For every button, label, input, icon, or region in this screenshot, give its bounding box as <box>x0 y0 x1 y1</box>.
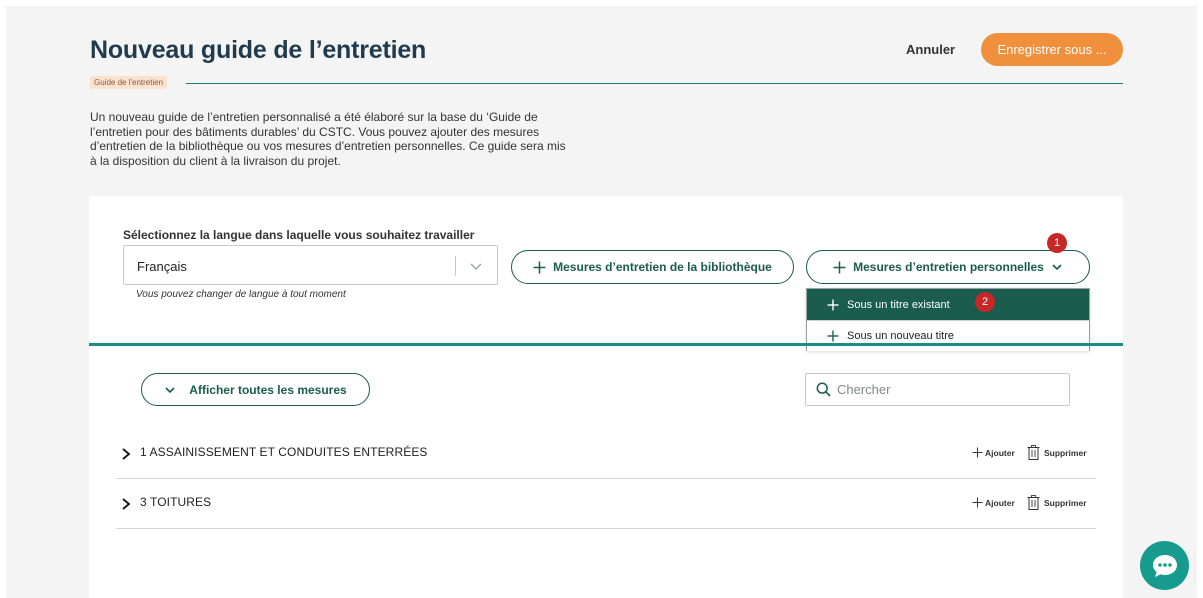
plus-icon <box>972 447 983 458</box>
delete-button[interactable]: Supprimer <box>1027 445 1087 460</box>
section-title[interactable]: 3 TOITURES <box>140 495 211 509</box>
add-library-measures-button[interactable]: Mesures d’entretien de la bibliothèque <box>511 250 794 284</box>
plus-icon <box>827 330 839 342</box>
add-label: Ajouter <box>985 497 1015 508</box>
intro-line: d’entretien de la bibliothèque ou vos me… <box>90 139 566 153</box>
cancel-button[interactable]: Annuler <box>906 42 955 57</box>
language-select[interactable]: Français <box>123 245 498 285</box>
delete-label: Supprimer <box>1044 497 1087 508</box>
chevron-down-icon <box>1052 264 1062 271</box>
intro-line: à la disposition du client à la livraiso… <box>90 153 341 168</box>
plus-icon <box>533 261 546 273</box>
language-value: Français <box>137 259 187 274</box>
intro-line: Un nouveau guide de l’entretien personna… <box>90 110 538 124</box>
step-badge-2: 2 <box>975 292 995 312</box>
intro-text: Un nouveau guide de l’entretien personna… <box>90 110 610 168</box>
section-title[interactable]: 1 ASSAINISSEMENT ET CONDUITES ENTERRÉES <box>140 445 428 459</box>
plus-icon <box>833 261 846 273</box>
add-personal-measures-label: Mesures d’entretien personnelles <box>853 260 1044 274</box>
add-label: Ajouter <box>985 447 1015 458</box>
dropdown-item-new-title[interactable]: Sous un nouveau titre <box>807 320 1089 351</box>
search-box <box>805 373 1070 406</box>
dropdown-item-existing-title[interactable]: Sous un titre existant <box>807 289 1089 320</box>
personal-measures-dropdown: Sous un titre existant Sous un nouveau t… <box>806 288 1090 351</box>
chevron-down-icon <box>165 386 175 393</box>
show-all-measures-label: Afficher toutes les mesures <box>189 382 347 397</box>
chevron-down-icon <box>470 263 482 270</box>
intro-line: l’entretien pour des bâtiments durables’… <box>90 124 540 139</box>
header-divider <box>186 83 1123 84</box>
plus-icon <box>972 497 983 508</box>
chevron-right-icon[interactable] <box>120 447 132 461</box>
list-item: 3 TOITURES Ajouter Supprimer <box>116 481 1096 529</box>
list-item: 1 ASSAINISSEMENT ET CONDUITES ENTERRÉES … <box>116 431 1096 479</box>
chat-icon <box>1152 554 1177 577</box>
search-input[interactable] <box>837 382 1057 397</box>
dropdown-item-label: Sous un titre existant <box>847 298 950 311</box>
dropdown-item-label: Sous un nouveau titre <box>847 330 955 342</box>
delete-label: Supprimer <box>1044 447 1087 458</box>
add-button[interactable]: Ajouter <box>972 497 1015 508</box>
search-icon <box>816 382 831 397</box>
add-library-measures-label: Mesures d’entretien de la bibliothèque <box>553 260 772 274</box>
language-hint: Vous pouvez changer de langue à tout mom… <box>136 289 346 300</box>
add-personal-measures-button[interactable]: Mesures d’entretien personnelles <box>806 250 1090 284</box>
save-as-button[interactable]: Enregistrer sous ... <box>981 33 1123 66</box>
delete-button[interactable]: Supprimer <box>1027 495 1087 510</box>
section-divider <box>89 343 1123 346</box>
chat-button[interactable] <box>1140 541 1189 590</box>
add-button[interactable]: Ajouter <box>972 447 1015 458</box>
plus-icon <box>827 299 839 310</box>
language-label: Sélectionnez la langue dans laquelle vou… <box>123 228 475 242</box>
trash-icon <box>1027 445 1040 460</box>
page-title: Nouveau guide de l’entretien <box>90 36 427 64</box>
step-badge-1: 1 <box>1047 233 1067 253</box>
show-all-measures-button[interactable]: Afficher toutes les mesures <box>141 373 370 406</box>
breadcrumb-tag: Guide de l'entretien <box>90 76 168 89</box>
select-separator <box>455 256 456 276</box>
trash-icon <box>1027 495 1040 510</box>
chevron-right-icon[interactable] <box>120 497 132 511</box>
